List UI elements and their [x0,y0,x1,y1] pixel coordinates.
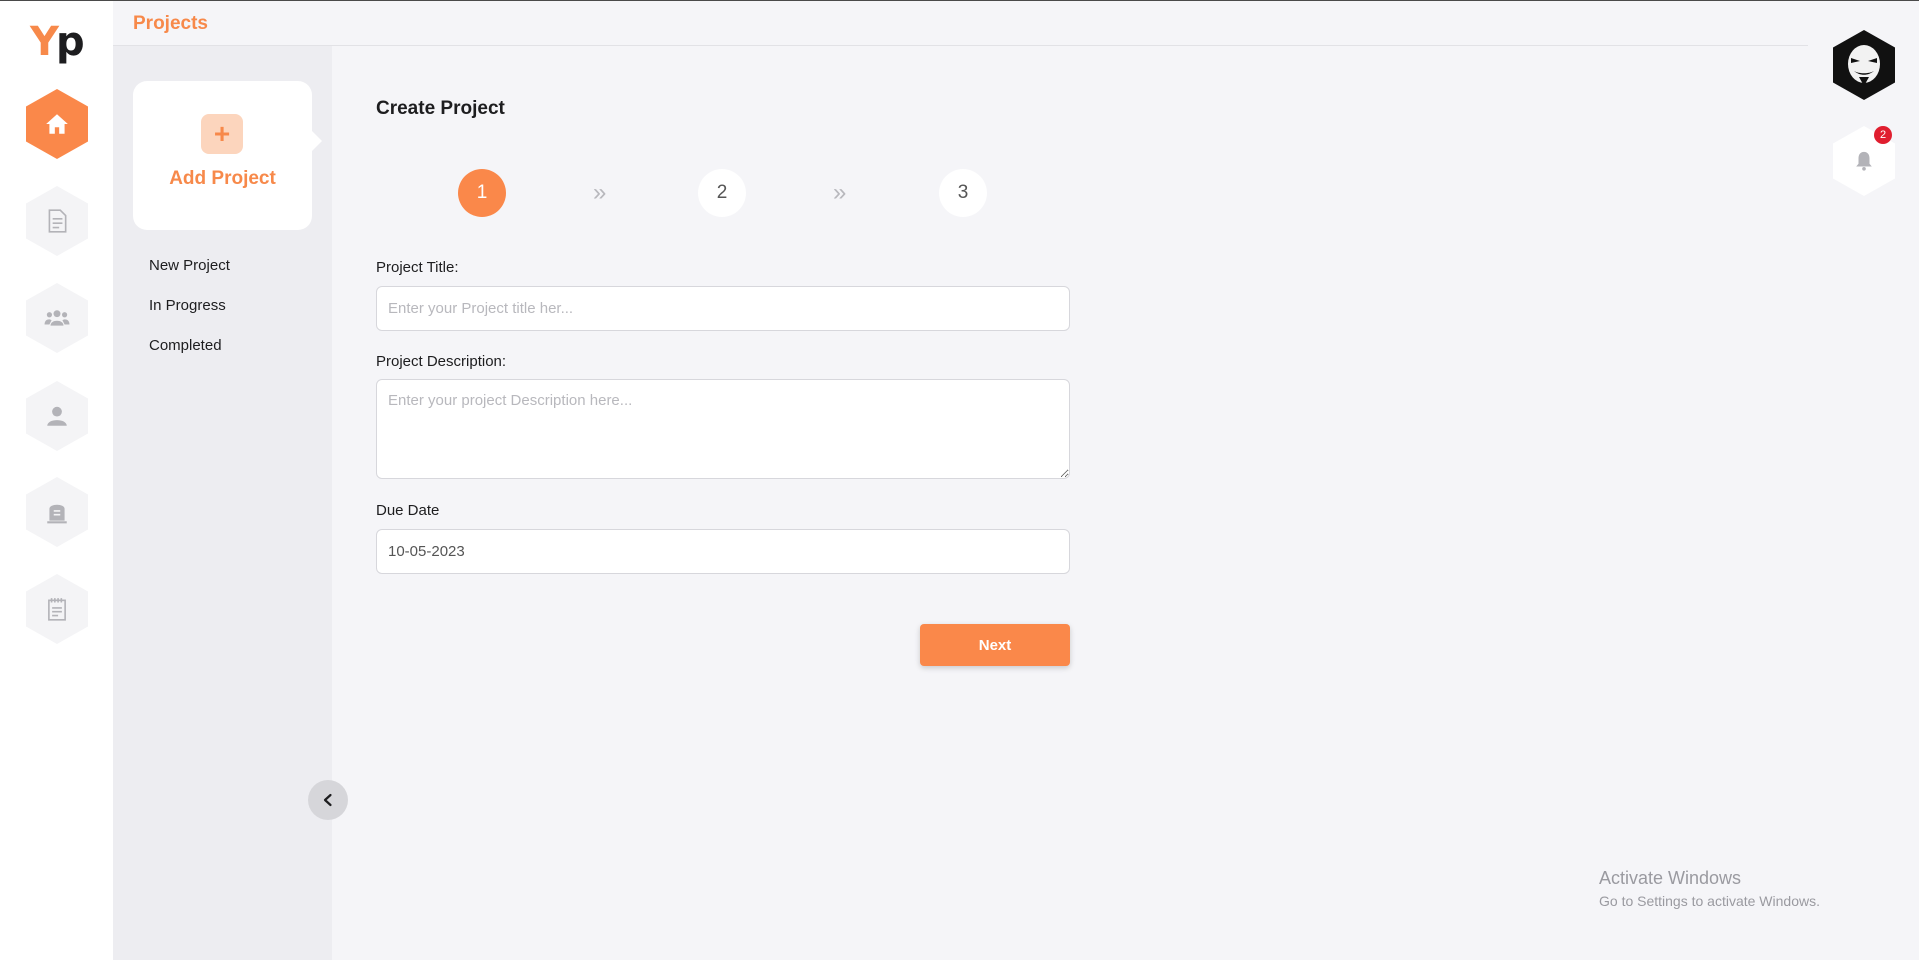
plus-icon: + [201,114,243,154]
double-chevron-right-icon: » [833,179,847,206]
page-section-title: Projects [133,13,208,34]
rail-item-profile[interactable] [26,381,88,451]
step-1[interactable]: 1 [458,169,506,217]
rail-item-team[interactable] [26,283,88,353]
rail-item-archive[interactable] [26,477,88,547]
step-3[interactable]: 3 [939,169,987,217]
step-indicator: 1 » 2 » 3 [458,169,1018,219]
sidebar-item-in-progress[interactable]: In Progress [149,296,230,336]
project-title-input[interactable] [376,286,1070,331]
team-icon [44,310,70,326]
icon-rail: Yp [0,1,113,960]
rail-item-documents[interactable] [26,186,88,256]
step-2[interactable]: 2 [698,169,746,217]
windows-activation-watermark: Activate Windows Go to Settings to activ… [1599,868,1820,909]
rail-item-home[interactable] [26,89,88,159]
notepad-icon [48,598,66,621]
double-chevron-right-icon: » [593,179,607,206]
watermark-title: Activate Windows [1599,868,1742,888]
project-title-label: Project Title: [376,259,459,276]
chevron-left-icon [323,793,332,807]
notifications-button[interactable]: 2 [1833,126,1895,196]
top-header: Projects [113,1,1808,46]
due-date-input[interactable] [376,529,1070,574]
collapse-sidebar-button[interactable] [308,780,348,820]
app-logo[interactable]: Yp [30,19,85,65]
rail-item-notes[interactable] [26,574,88,644]
bell-icon [1856,151,1872,171]
tombstone-icon [47,504,67,524]
add-project-label: Add Project [169,168,276,189]
home-icon [46,114,68,134]
form-title: Create Project [376,98,505,119]
due-date-label: Due Date [376,502,440,519]
project-filter-menu: New Project In Progress Completed [149,256,230,376]
watermark-subtitle: Go to Settings to activate Windows. [1599,893,1820,909]
user-icon [47,406,67,426]
project-description-input[interactable] [376,379,1070,479]
project-description-label: Project Description: [376,353,507,370]
user-avatar[interactable] [1833,30,1895,100]
next-button[interactable]: Next [920,624,1070,666]
add-project-button[interactable]: + Add Project [133,81,322,230]
document-icon [48,209,67,233]
sidebar-item-new-project[interactable]: New Project [149,256,230,296]
notification-count-badge: 2 [1874,126,1892,144]
sidebar-item-completed[interactable]: Completed [149,336,230,376]
project-sidebar: + Add Project New Project In Progress Co… [113,46,332,960]
mask-avatar-icon [1848,45,1880,86]
